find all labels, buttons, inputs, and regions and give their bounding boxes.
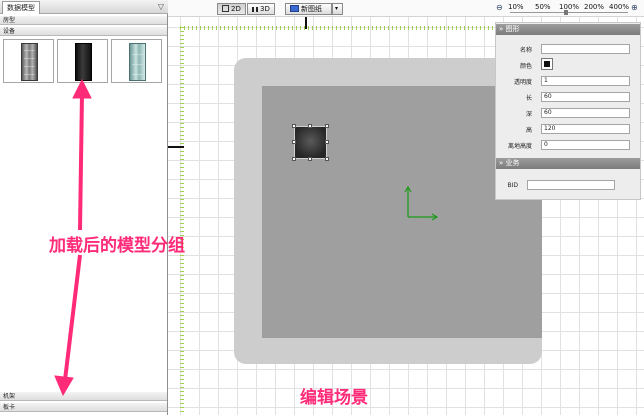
annotation-model-groups: 加载后的模型分组 [49, 236, 185, 256]
annotation-edit-scene: 编辑场景 [300, 388, 368, 408]
arrow-down-shaft [63, 254, 82, 381]
annotation-arrows [54, 78, 92, 397]
arrow-down-head [54, 375, 74, 397]
arrow-up-head [72, 78, 92, 99]
arrow-up-shaft [78, 93, 84, 231]
